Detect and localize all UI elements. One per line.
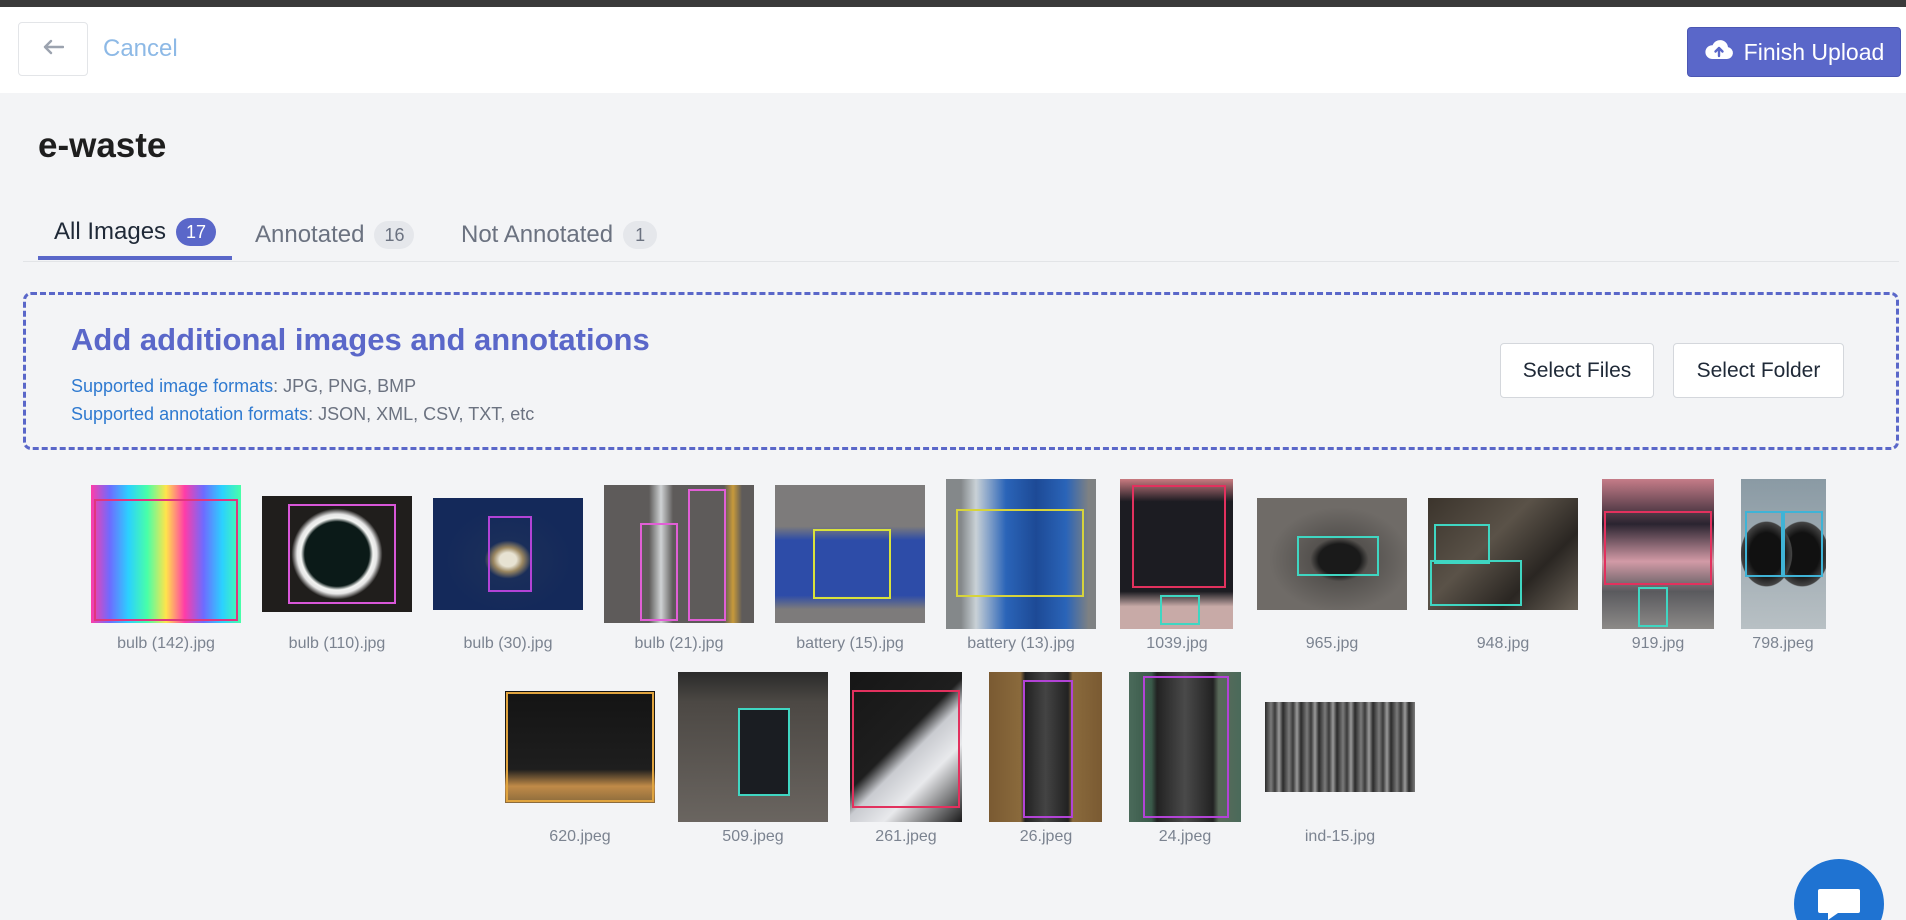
arrow-left-icon [42, 39, 65, 60]
image-preview [1129, 672, 1241, 822]
image-preview [433, 498, 583, 610]
image-preview [505, 691, 655, 803]
image-filename: ind-15.jpg [1304, 828, 1376, 845]
top-strip [0, 0, 1906, 7]
chat-icon [1816, 887, 1862, 920]
image-preview [989, 672, 1102, 822]
tab-bar: All Images 17 Annotated 16 Not Annotated… [23, 207, 1899, 262]
image-preview [678, 672, 828, 822]
image-preview [1602, 479, 1714, 629]
tab-count-badge: 17 [176, 217, 217, 246]
image-preview [850, 672, 962, 822]
image-preview [946, 479, 1096, 629]
image-preview [775, 485, 925, 623]
tab-not-annotated[interactable]: Not Annotated 1 [461, 207, 658, 262]
image-formats-link[interactable]: Supported image formats [71, 376, 273, 396]
page-title: e-waste [38, 126, 167, 165]
image-preview [1257, 498, 1407, 610]
tab-label: All Images [54, 217, 167, 245]
cloud-upload-icon [1704, 38, 1734, 66]
select-files-button[interactable]: Select Files [1500, 343, 1654, 398]
image-preview [1265, 702, 1415, 792]
chat-button[interactable] [1794, 859, 1884, 920]
back-button[interactable] [18, 22, 88, 76]
image-preview [604, 485, 754, 623]
supported-annotation-formats: Supported annotation formats: JSON, XML,… [71, 404, 534, 425]
image-formats-value: : JPG, PNG, BMP [273, 376, 417, 396]
finish-upload-button[interactable]: Finish Upload [1687, 27, 1901, 77]
image-preview [1120, 479, 1233, 629]
image-filename: 798.jpeg [1752, 635, 1814, 652]
image-preview [1428, 498, 1578, 610]
tab-label: Annotated [255, 220, 365, 248]
finish-upload-label: Finish Upload [1743, 38, 1885, 65]
select-folder-button[interactable]: Select Folder [1673, 343, 1844, 398]
tab-count-badge: 1 [623, 220, 658, 249]
image-preview [91, 485, 241, 623]
image-preview [1741, 479, 1826, 629]
upload-dropzone[interactable]: Add additional images and annotations Su… [23, 292, 1899, 450]
image-preview [262, 496, 412, 612]
tab-annotated[interactable]: Annotated 16 [255, 207, 415, 262]
tab-count-badge: 16 [374, 220, 415, 249]
cancel-link[interactable]: Cancel [103, 35, 178, 63]
dropzone-title: Add additional images and annotations [71, 322, 650, 357]
supported-image-formats: Supported image formats: JPG, PNG, BMP [71, 376, 416, 397]
tab-label: Not Annotated [461, 220, 614, 248]
annotation-formats-link[interactable]: Supported annotation formats [71, 404, 308, 424]
annotation-formats-value: : JSON, XML, CSV, TXT, etc [308, 404, 535, 424]
header: Cancel Finish Upload [0, 7, 1906, 93]
tab-all-images[interactable]: All Images 17 [38, 207, 233, 260]
